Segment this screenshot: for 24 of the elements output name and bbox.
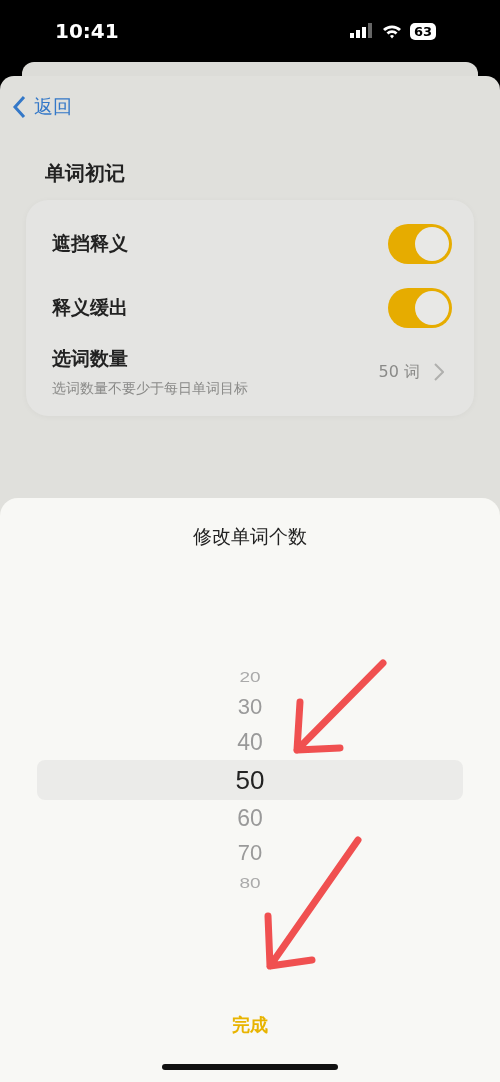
chevron-right-icon[interactable]	[434, 363, 444, 381]
sheet-title: 修改单词个数	[192, 524, 308, 549]
wifi-icon	[381, 23, 402, 39]
toggle-switch[interactable]	[388, 224, 452, 264]
clock-time: 10:41	[55, 19, 119, 43]
battery-level: 63	[409, 22, 436, 40]
setting-label: 选词数量	[52, 346, 129, 371]
section-heading: 单词初记	[45, 160, 126, 186]
back-chevron-icon	[12, 95, 26, 119]
signal-icon	[349, 23, 374, 39]
done-button[interactable]: 完成	[226, 1012, 274, 1038]
picker-option[interactable]: 80	[239, 873, 261, 893]
setting-value: 50 词	[378, 361, 420, 383]
picker-option[interactable]: 30	[237, 690, 263, 724]
picker-option[interactable]: 20	[239, 667, 261, 687]
setting-label: 释义缓出	[52, 295, 128, 320]
picker-option[interactable]: 40	[237, 724, 263, 760]
picker-option[interactable]: 60	[237, 800, 263, 836]
picker-option[interactable]: 70	[237, 836, 263, 870]
back-button[interactable]: 返回	[12, 94, 72, 120]
setting-label: 遮挡释义	[52, 231, 128, 256]
toggle-switch[interactable]	[388, 288, 452, 328]
picker-option[interactable]: 50	[235, 760, 265, 800]
setting-hint: 选词数量不要少于每日单词目标	[52, 380, 248, 398]
